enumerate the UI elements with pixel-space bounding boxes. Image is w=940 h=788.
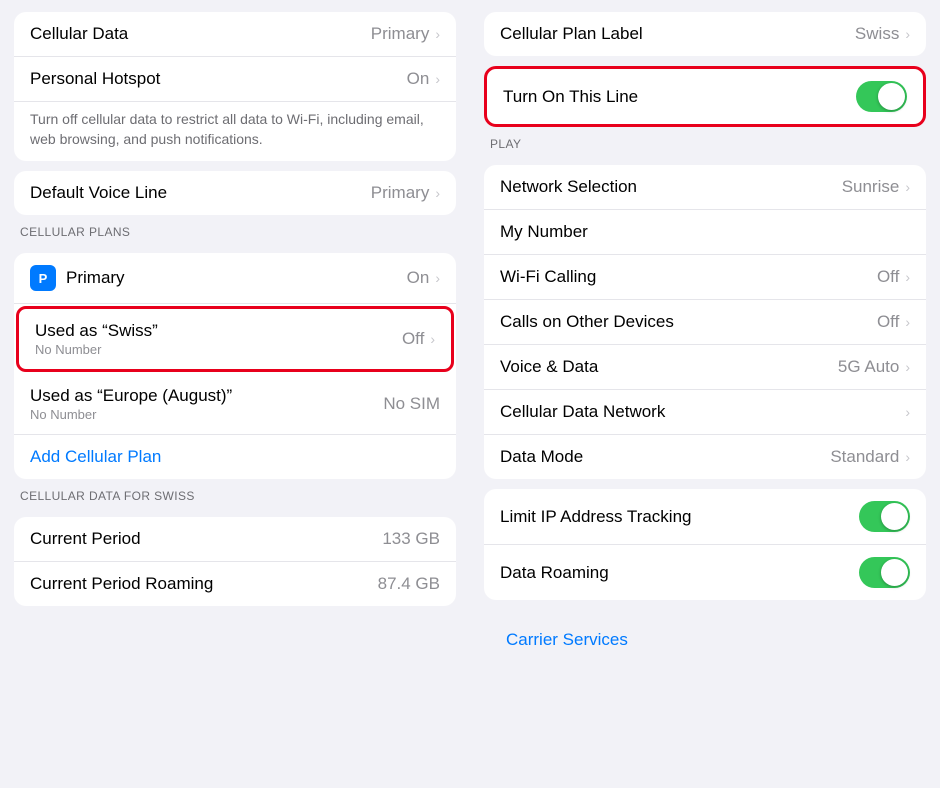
- right-column: Cellular Plan Label Swiss › Turn On This…: [470, 0, 940, 788]
- turn-on-line-label: Turn On This Line: [503, 87, 638, 107]
- play-card: Network Selection Sunrise › My Number Wi…: [484, 165, 926, 479]
- calls-other-devices-row[interactable]: Calls on Other Devices Off ›: [484, 300, 926, 345]
- swiss-plan-label: Used as “Swiss”: [35, 321, 158, 341]
- cellular-plan-label-row[interactable]: Cellular Plan Label Swiss ›: [484, 12, 926, 56]
- primary-plan-row[interactable]: P Primary On ›: [14, 253, 456, 304]
- turn-on-line-row[interactable]: Turn On This Line: [487, 69, 923, 124]
- add-cellular-plan-row[interactable]: Add Cellular Plan: [14, 435, 456, 479]
- carrier-services-link[interactable]: Carrier Services: [484, 610, 926, 670]
- europe-plan-sublabel: No Number: [30, 407, 96, 422]
- swiss-plan-highlight: Used as “Swiss” No Number Off ›: [16, 306, 454, 372]
- toggle-thumb: [878, 83, 905, 110]
- toggle-thumb: [881, 503, 908, 530]
- cellular-data-note: Turn off cellular data to restrict all d…: [14, 102, 456, 161]
- cellular-data-swiss-card: Current Period 133 GB Current Period Roa…: [14, 517, 456, 606]
- cellular-data-network-value: ›: [903, 404, 910, 420]
- data-mode-value: Standard ›: [830, 447, 910, 467]
- data-roaming-row[interactable]: Data Roaming: [484, 545, 926, 600]
- voice-line-card: Default Voice Line Primary ›: [14, 171, 456, 215]
- wifi-calling-label: Wi-Fi Calling: [500, 267, 596, 287]
- current-period-value: 133 GB: [382, 529, 440, 549]
- cellular-data-for-swiss-label: CELLULAR DATA FOR SWISS: [14, 489, 456, 507]
- swiss-plan-left: Used as “Swiss” No Number: [35, 321, 158, 357]
- limit-ip-toggle[interactable]: [859, 501, 910, 532]
- toggle-thumb: [881, 559, 908, 586]
- personal-hotspot-label: Personal Hotspot: [30, 69, 160, 89]
- cellular-data-value: Primary ›: [371, 24, 440, 44]
- limit-ip-label: Limit IP Address Tracking: [500, 507, 692, 527]
- primary-plan-value: On ›: [407, 268, 440, 288]
- cellular-data-row[interactable]: Cellular Data Primary ›: [14, 12, 456, 57]
- default-voice-line-row[interactable]: Default Voice Line Primary ›: [14, 171, 456, 215]
- swiss-plan-value: Off ›: [402, 329, 435, 349]
- current-period-row[interactable]: Current Period 133 GB: [14, 517, 456, 562]
- wifi-calling-row[interactable]: Wi-Fi Calling Off ›: [484, 255, 926, 300]
- cellular-plan-label-text: Cellular Plan Label: [500, 24, 643, 44]
- play-label: PLAY: [484, 137, 926, 155]
- current-period-label: Current Period: [30, 529, 141, 549]
- current-period-roaming-row[interactable]: Current Period Roaming 87.4 GB: [14, 562, 456, 606]
- personal-hotspot-row[interactable]: Personal Hotspot On ›: [14, 57, 456, 102]
- cellular-plan-label-value: Swiss ›: [855, 24, 910, 44]
- chevron-icon: ›: [435, 71, 440, 87]
- chevron-icon: ›: [430, 331, 435, 347]
- chevron-icon: ›: [905, 26, 910, 42]
- cellular-plans-card: P Primary On › Used as “Swiss” No Number…: [14, 253, 456, 479]
- network-selection-value: Sunrise ›: [842, 177, 910, 197]
- chevron-icon: ›: [905, 179, 910, 195]
- europe-plan-left: Used as “Europe (August)” No Number: [30, 386, 232, 422]
- data-mode-label: Data Mode: [500, 447, 583, 467]
- network-selection-row[interactable]: Network Selection Sunrise ›: [484, 165, 926, 210]
- europe-plan-label: Used as “Europe (August)”: [30, 386, 232, 406]
- swiss-plan-sublabel: No Number: [35, 342, 101, 357]
- turn-on-line-highlight: Turn On This Line: [484, 66, 926, 127]
- chevron-icon: ›: [905, 404, 910, 420]
- primary-plan-icon: P: [30, 265, 56, 291]
- cellular-data-network-row[interactable]: Cellular Data Network ›: [484, 390, 926, 435]
- top-card: Cellular Data Primary › Personal Hotspot…: [14, 12, 456, 161]
- chevron-icon: ›: [435, 26, 440, 42]
- chevron-icon: ›: [905, 449, 910, 465]
- personal-hotspot-value: On ›: [407, 69, 440, 89]
- cellular-data-label: Cellular Data: [30, 24, 128, 44]
- left-column: Cellular Data Primary › Personal Hotspot…: [0, 0, 470, 788]
- turn-on-line-toggle[interactable]: [856, 81, 907, 112]
- chevron-icon: ›: [905, 314, 910, 330]
- chevron-icon: ›: [435, 270, 440, 286]
- default-voice-line-value: Primary ›: [371, 183, 440, 203]
- cellular-plan-label-card: Cellular Plan Label Swiss ›: [484, 12, 926, 56]
- wifi-calling-value: Off ›: [877, 267, 910, 287]
- voice-data-label: Voice & Data: [500, 357, 598, 377]
- europe-plan-value: No SIM: [383, 394, 440, 414]
- my-number-row[interactable]: My Number: [484, 210, 926, 255]
- current-period-roaming-label: Current Period Roaming: [30, 574, 213, 594]
- bottom-toggles-card: Limit IP Address Tracking Data Roaming: [484, 489, 926, 600]
- default-voice-line-label: Default Voice Line: [30, 183, 167, 203]
- voice-data-value: 5G Auto ›: [838, 357, 910, 377]
- network-selection-label: Network Selection: [500, 177, 637, 197]
- chevron-icon: ›: [905, 359, 910, 375]
- voice-data-row[interactable]: Voice & Data 5G Auto ›: [484, 345, 926, 390]
- current-period-roaming-value: 87.4 GB: [378, 574, 440, 594]
- add-cellular-plan-link[interactable]: Add Cellular Plan: [30, 447, 161, 467]
- chevron-icon: ›: [905, 269, 910, 285]
- cellular-data-network-label: Cellular Data Network: [500, 402, 665, 422]
- primary-plan-left: P Primary: [30, 265, 407, 291]
- carrier-services-text[interactable]: Carrier Services: [490, 618, 920, 662]
- calls-other-devices-label: Calls on Other Devices: [500, 312, 674, 332]
- data-roaming-label: Data Roaming: [500, 563, 609, 583]
- data-mode-row[interactable]: Data Mode Standard ›: [484, 435, 926, 479]
- calls-other-devices-value: Off ›: [877, 312, 910, 332]
- chevron-icon: ›: [435, 185, 440, 201]
- cellular-plans-label: CELLULAR PLANS: [14, 225, 456, 243]
- swiss-plan-row[interactable]: Used as “Swiss” No Number Off ›: [19, 309, 451, 369]
- limit-ip-row[interactable]: Limit IP Address Tracking: [484, 489, 926, 545]
- data-roaming-toggle[interactable]: [859, 557, 910, 588]
- my-number-label: My Number: [500, 222, 588, 242]
- primary-plan-label: Primary: [66, 268, 125, 288]
- europe-plan-row[interactable]: Used as “Europe (August)” No Number No S…: [14, 374, 456, 435]
